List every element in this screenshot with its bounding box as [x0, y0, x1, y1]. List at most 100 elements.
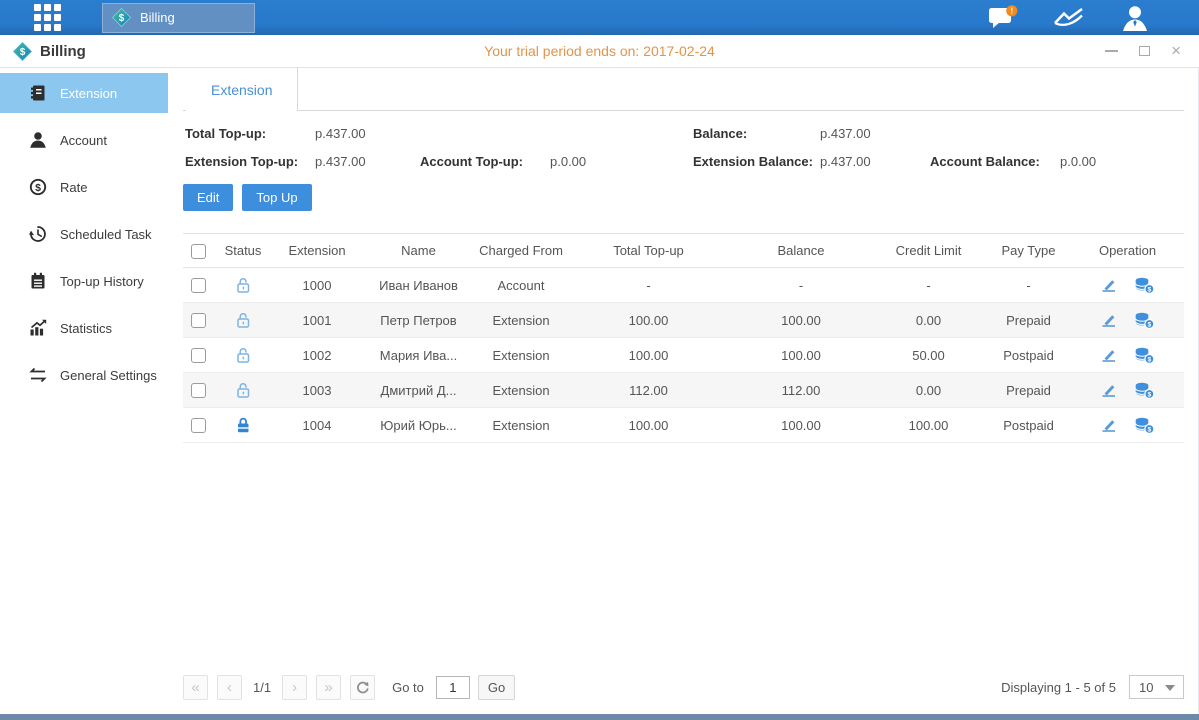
svg-text:!: ! — [1010, 5, 1013, 15]
cell-charged-from: Extension — [476, 373, 566, 408]
table-row: 1000Иван ИвановAccount---- $ — [183, 268, 1184, 303]
pagination-bar: « ‹ 1/1 › » Go to Go Displaying 1 - 5 of… — [183, 666, 1184, 714]
app-launcher-grid-icon[interactable] — [34, 4, 61, 31]
billing-app-window: $ Billing ! — [0, 0, 1199, 720]
cell-credit-limit: 50.00 — [871, 338, 986, 373]
account-topup-value: p.0.00 — [550, 154, 693, 169]
column-header-extension: Extension — [273, 234, 361, 268]
sidebar-item-general-settings[interactable]: General Settings — [0, 355, 168, 395]
activity-chart-icon[interactable] — [1053, 6, 1087, 29]
topup-row-button[interactable]: $ — [1134, 347, 1155, 364]
cell-charged-from: Extension — [476, 338, 566, 373]
cell-extension: 1000 — [273, 268, 361, 303]
row-checkbox[interactable] — [191, 348, 206, 363]
tab-extension[interactable]: Extension — [186, 68, 298, 111]
scheduled-task-clock-icon — [29, 225, 47, 243]
select-all-checkbox[interactable] — [191, 244, 206, 259]
edit-row-button[interactable] — [1100, 277, 1118, 293]
topup-row-button[interactable]: $ — [1134, 277, 1155, 294]
cell-charged-from: Extension — [476, 408, 566, 443]
taskbar-billing-tab[interactable]: $ Billing — [102, 3, 255, 33]
displaying-text: Displaying 1 - 5 of 5 — [1001, 680, 1116, 695]
column-header-balance: Balance — [731, 234, 871, 268]
edit-row-button[interactable] — [1100, 417, 1118, 433]
first-page-button[interactable]: « — [183, 675, 208, 700]
table-header-row: StatusExtensionNameCharged FromTotal Top… — [183, 234, 1184, 268]
sidebar-item-statistics[interactable]: Statistics — [0, 308, 168, 348]
column-header-name: Name — [361, 234, 476, 268]
cell-name: Дмитрий Д... — [361, 373, 476, 408]
svg-text:$: $ — [35, 182, 41, 194]
sidebar-item-label: Statistics — [60, 321, 112, 336]
topup-history-ledger-icon — [29, 272, 47, 290]
account-user-icon — [29, 131, 47, 149]
edit-row-button[interactable] — [1100, 312, 1118, 328]
balance-summary: Total Top-up: p.437.00 Balance: p.437.00… — [183, 126, 1184, 169]
maximize-button[interactable] — [1139, 44, 1150, 58]
lock-open-icon — [235, 381, 252, 399]
edit-row-button[interactable] — [1100, 347, 1118, 363]
billing-diamond-icon: $ — [13, 42, 32, 61]
cell-credit-limit: - — [871, 268, 986, 303]
topup-row-button[interactable]: $ — [1134, 417, 1155, 434]
window-title: Billing — [40, 43, 86, 60]
column-header-total-top-up: Total Top-up — [566, 234, 731, 268]
goto-page-input[interactable] — [436, 676, 470, 699]
last-page-button[interactable]: » — [316, 675, 341, 700]
lock-open-icon — [235, 276, 252, 294]
page-size-value: 10 — [1139, 680, 1153, 695]
cell-name: Юрий Юрь... — [361, 408, 476, 443]
cell-extension: 1002 — [273, 338, 361, 373]
prev-page-button[interactable]: ‹ — [217, 675, 242, 700]
window-titlebar: $ Billing Your trial period ends on: 201… — [0, 35, 1199, 68]
row-checkbox[interactable] — [191, 278, 206, 293]
svg-text:$: $ — [1148, 391, 1152, 398]
sidebar-item-top-up-history[interactable]: Top-up History — [0, 261, 168, 301]
tab-bar: Extension — [183, 68, 1184, 111]
sidebar-item-extension[interactable]: Extension — [0, 73, 168, 113]
sidebar-item-rate[interactable]: $ Rate — [0, 167, 168, 207]
system-topbar: $ Billing ! — [0, 0, 1199, 35]
cell-name: Иван Иванов — [361, 268, 476, 303]
cell-extension: 1004 — [273, 408, 361, 443]
desktop-edge — [0, 714, 1199, 720]
minimize-button[interactable] — [1105, 44, 1118, 58]
rate-dollar-icon: $ — [29, 178, 47, 196]
user-account-icon[interactable] — [1121, 5, 1149, 31]
messages-icon[interactable]: ! — [988, 5, 1019, 31]
page-size-select[interactable]: 10 — [1129, 675, 1184, 699]
row-checkbox[interactable] — [191, 313, 206, 328]
cell-pay-type: - — [986, 268, 1071, 303]
edit-button[interactable]: Edit — [183, 184, 233, 211]
cell-credit-limit: 0.00 — [871, 303, 986, 338]
svg-text:$: $ — [1148, 356, 1152, 363]
close-button[interactable]: × — [1171, 44, 1181, 58]
cell-pay-type: Postpaid — [986, 408, 1071, 443]
column-header-credit-limit: Credit Limit — [871, 234, 986, 268]
cell-pay-type: Postpaid — [986, 338, 1071, 373]
next-page-button[interactable]: › — [282, 675, 307, 700]
trial-message: Your trial period ends on: 2017-02-24 — [0, 43, 1199, 59]
cell-total-topup: - — [566, 268, 731, 303]
sidebar-item-scheduled-task[interactable]: Scheduled Task — [0, 214, 168, 254]
row-checkbox[interactable] — [191, 418, 206, 433]
top-up-button[interactable]: Top Up — [242, 184, 311, 211]
total-topup-value: p.437.00 — [315, 126, 420, 141]
topup-row-button[interactable]: $ — [1134, 382, 1155, 399]
chevron-down-icon — [1165, 685, 1175, 691]
refresh-button[interactable] — [350, 675, 375, 700]
sidebar-item-label: Account — [60, 133, 107, 148]
go-button[interactable]: Go — [478, 675, 515, 700]
cell-extension: 1003 — [273, 373, 361, 408]
table-row: 1003Дмитрий Д...Extension112.00112.000.0… — [183, 373, 1184, 408]
refresh-icon — [355, 680, 370, 695]
extensions-table: StatusExtensionNameCharged FromTotal Top… — [183, 233, 1184, 443]
topup-row-button[interactable]: $ — [1134, 312, 1155, 329]
edit-row-button[interactable] — [1100, 382, 1118, 398]
cell-name: Мария Ива... — [361, 338, 476, 373]
sidebar-item-account[interactable]: Account — [0, 120, 168, 160]
row-checkbox[interactable] — [191, 383, 206, 398]
extension-topup-label: Extension Top-up: — [185, 154, 315, 169]
page-indicator: 1/1 — [253, 680, 271, 695]
cell-total-topup: 100.00 — [566, 303, 731, 338]
